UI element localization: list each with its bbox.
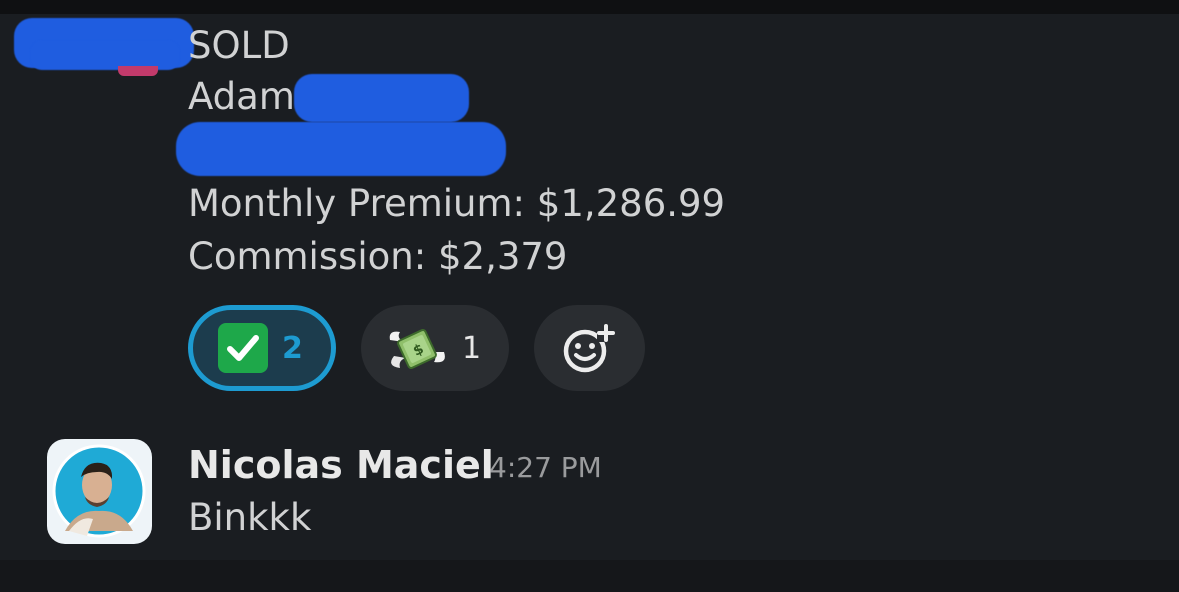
money-with-wings-icon: $ [389,329,445,369]
author-name[interactable]: Nicolas Maciel [188,443,494,487]
status-text: SOLD [188,24,290,67]
redacted-last-name [294,74,469,122]
top-divider [0,0,1179,14]
avatar[interactable] [47,439,152,544]
monthly-premium: Monthly Premium: $1,286.99 [188,182,726,225]
bottom-strip [0,560,1179,592]
reaction-check[interactable]: 2 [188,305,336,391]
timestamp[interactable]: 4:27 PM [489,451,602,484]
add-emoji-icon [563,324,615,373]
reaction-count: 1 [462,330,482,366]
reaction-count: 2 [282,330,303,366]
redacted-detail-line [176,122,506,176]
client-name: Adam [188,75,295,118]
avatar-remnant [118,66,158,76]
add-reaction-button[interactable] [534,305,645,391]
message-text: Binkkk [188,496,312,539]
white-check-mark-icon [218,323,268,373]
reaction-money[interactable]: $ 1 [361,305,509,391]
commission: Commission: $2,379 [188,235,568,278]
